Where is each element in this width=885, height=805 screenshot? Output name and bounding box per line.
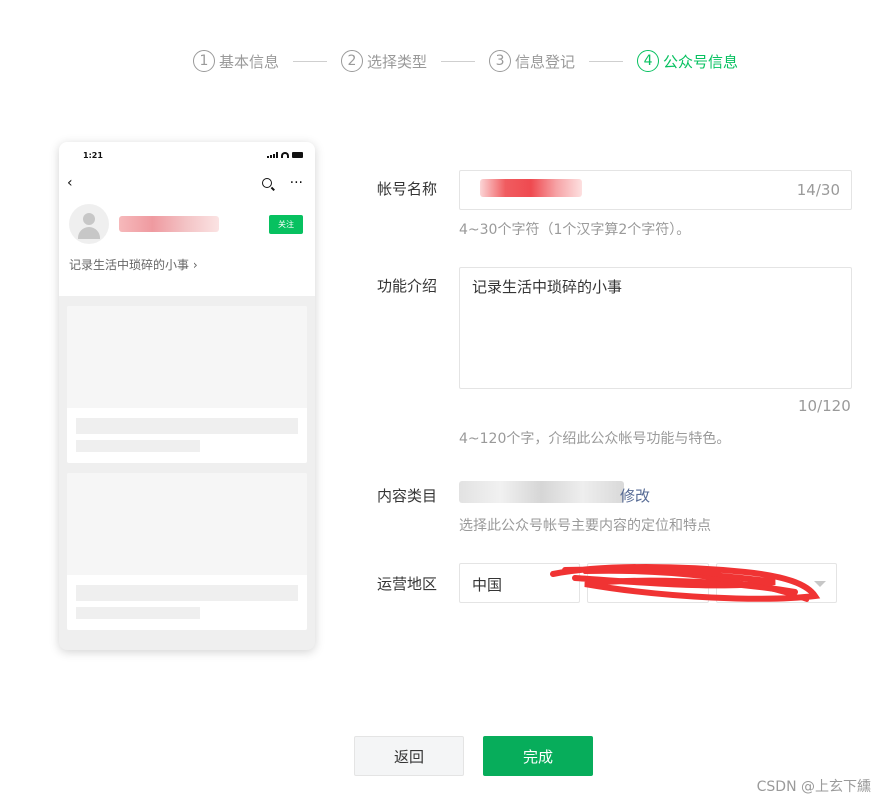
status-time: 1:21 <box>83 150 103 160</box>
placeholder-line <box>76 607 200 619</box>
country-value: 中国 <box>472 576 503 594</box>
step-divider <box>589 60 624 62</box>
description-hint: 4~120个字，介绍此公众帐号功能与特色。 <box>459 431 731 447</box>
signal-icon <box>267 152 278 158</box>
account-name-hint: 4~30个字符（1个汉字算2个字符）。 <box>459 222 691 238</box>
description-label: 功能介绍 <box>377 277 438 295</box>
battery-icon <box>292 152 303 158</box>
nav-actions: ··· <box>261 175 303 191</box>
preview-article-placeholder <box>67 306 307 463</box>
step-basic-info: 1 基本信息 <box>193 50 279 72</box>
redaction-scribble <box>550 564 821 602</box>
phone-preview: 1:21 ‹ ··· 关注 记录生活中琐碎的小事 › <box>59 142 315 650</box>
preview-article-placeholder <box>67 473 307 630</box>
preview-header: 1:21 ‹ ··· 关注 记录生活中琐碎的小事 › <box>59 142 315 296</box>
done-button[interactable]: 完成 <box>483 736 593 776</box>
account-name-input[interactable]: 14/30 <box>459 170 852 210</box>
placeholder-line <box>76 440 200 452</box>
back-button[interactable]: 返回 <box>354 736 464 776</box>
search-icon <box>261 178 272 188</box>
description-char-counter: 10/120 <box>798 397 851 415</box>
step-label: 基本信息 <box>219 52 280 71</box>
description-value: 记录生活中琐碎的小事 <box>472 278 623 296</box>
step-number: 2 <box>341 50 364 72</box>
chevron-left-icon: ‹ <box>67 175 73 191</box>
description-textarea[interactable]: 记录生活中琐碎的小事 <box>459 267 852 389</box>
step-label: 信息登记 <box>515 52 576 71</box>
step-divider <box>293 60 328 62</box>
name-char-counter: 14/30 <box>796 181 840 199</box>
step-label: 选择类型 <box>367 52 428 71</box>
category-label: 内容类目 <box>377 487 438 505</box>
follow-button: 关注 <box>269 214 303 234</box>
status-icons <box>267 152 303 158</box>
step-account-info: 4 公众号信息 <box>637 50 738 72</box>
placeholder-line <box>76 585 298 601</box>
more-icon: ··· <box>289 175 303 191</box>
progress-stepper: 1 基本信息 2 选择类型 3 信息登记 4 公众号信息 <box>193 50 738 72</box>
account-name-label: 帐号名称 <box>377 180 438 198</box>
region-label: 运营地区 <box>377 575 438 593</box>
step-number: 3 <box>489 50 512 72</box>
placeholder-image <box>67 306 307 408</box>
step-select-type: 2 选择类型 <box>341 50 427 72</box>
step-registration: 3 信息登记 <box>489 50 575 72</box>
preview-nav-bar: ‹ ··· <box>59 168 315 198</box>
redacted-name-value <box>480 179 582 197</box>
step-divider <box>441 60 476 62</box>
watermark: CSDN @上玄下纁 <box>756 779 871 795</box>
wifi-icon <box>281 152 289 158</box>
redacted-category-value <box>459 481 624 503</box>
preview-intro: 记录生活中琐碎的小事 › <box>69 258 198 272</box>
category-hint: 选择此公众号帐号主要内容的定位和特点 <box>459 518 711 534</box>
placeholder-image <box>67 473 307 575</box>
preview-profile: 关注 <box>59 198 315 244</box>
step-number: 1 <box>193 50 215 72</box>
placeholder-line <box>76 418 298 434</box>
step-label: 公众号信息 <box>663 52 739 71</box>
step-number: 4 <box>637 50 660 72</box>
modify-category-link[interactable]: 修改 <box>620 485 650 506</box>
avatar <box>69 204 109 244</box>
redacted-account-name <box>119 216 219 232</box>
status-bar: 1:21 <box>59 142 315 168</box>
account-setup-page: 1 基本信息 2 选择类型 3 信息登记 4 公众号信息 1:21 ‹ ··· … <box>0 0 885 805</box>
